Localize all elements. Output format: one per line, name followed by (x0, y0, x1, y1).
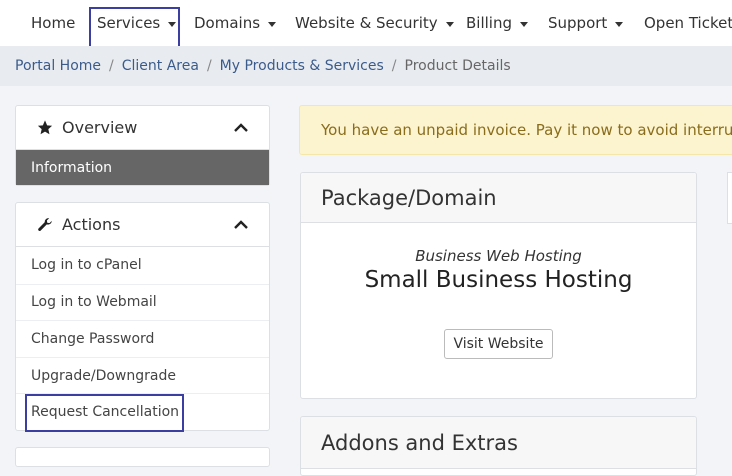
visit-website-button[interactable]: Visit Website (444, 329, 553, 359)
actions-list: Log in to cPanel Log in to Webmail Chang… (16, 247, 269, 430)
package-domain-title: Package/Domain (301, 173, 696, 223)
breadcrumb-portal-home[interactable]: Portal Home (15, 58, 101, 74)
actions-panel-header[interactable]: Actions (16, 203, 269, 247)
package-body: Business Web Hosting Small Business Host… (301, 247, 696, 359)
actions-panel: Actions Log in to cPanel Log in to Webma… (15, 202, 270, 431)
action-change-password[interactable]: Change Password (16, 320, 269, 357)
overview-panel: Overview Information (15, 105, 270, 186)
action-request-cancellation[interactable]: Request Cancellation (16, 393, 269, 430)
nav-domains[interactable]: Domains (194, 0, 277, 46)
star-icon (37, 120, 53, 135)
nav-billing[interactable]: Billing (466, 0, 528, 46)
action-login-webmail[interactable]: Log in to Webmail (16, 283, 269, 321)
action-upgrade-downgrade[interactable]: Upgrade/Downgrade (16, 356, 269, 394)
top-nav: Home Services Domains Website & Security… (0, 0, 732, 46)
breadcrumb-separator: / (391, 58, 397, 74)
nav-services[interactable]: Services (97, 0, 177, 46)
package-domain-card: Package/Domain Business Web Hosting Smal… (300, 172, 697, 399)
nav-support[interactable]: Support (548, 0, 624, 46)
action-login-cpanel[interactable]: Log in to cPanel (16, 247, 269, 284)
overview-panel-header[interactable]: Overview (16, 106, 269, 150)
side-card-partial (727, 172, 732, 224)
nav-open-ticket[interactable]: Open Ticket (644, 0, 732, 46)
breadcrumb-separator: / (109, 58, 114, 74)
breadcrumb: Portal Home / Client Area / My Products … (0, 46, 732, 86)
caret-down-icon (520, 21, 528, 27)
nav-home[interactable]: Home (31, 0, 75, 46)
caret-down-icon (615, 21, 624, 27)
breadcrumb-separator: / (206, 58, 212, 74)
caret-down-icon (168, 21, 177, 27)
wrench-icon (38, 217, 52, 231)
nav-website-security[interactable]: Website & Security (295, 0, 454, 46)
breadcrumb-current: Product Details (404, 58, 511, 74)
package-name: Small Business Hosting (364, 267, 633, 293)
caret-down-icon (445, 21, 454, 27)
chevron-up-icon[interactable] (233, 219, 249, 230)
breadcrumb-client-area[interactable]: Client Area (122, 58, 199, 74)
sidebar-item-information[interactable]: Information (16, 150, 269, 185)
addons-extras-title: Addons and Extras (301, 417, 696, 469)
sidebar-panel-partial (15, 447, 270, 467)
package-group: Business Web Hosting (415, 247, 582, 265)
unpaid-invoice-alert: You have an unpaid invoice. Pay it now t… (299, 105, 732, 155)
caret-down-icon (268, 21, 277, 27)
chevron-up-icon[interactable] (233, 122, 249, 133)
package-domain-text-clipped (301, 293, 696, 301)
addons-extras-card: Addons and Extras (300, 416, 697, 476)
breadcrumb-my-products[interactable]: My Products & Services (220, 58, 384, 74)
actions-title: Actions (62, 215, 121, 234)
overview-title: Overview (62, 118, 138, 137)
